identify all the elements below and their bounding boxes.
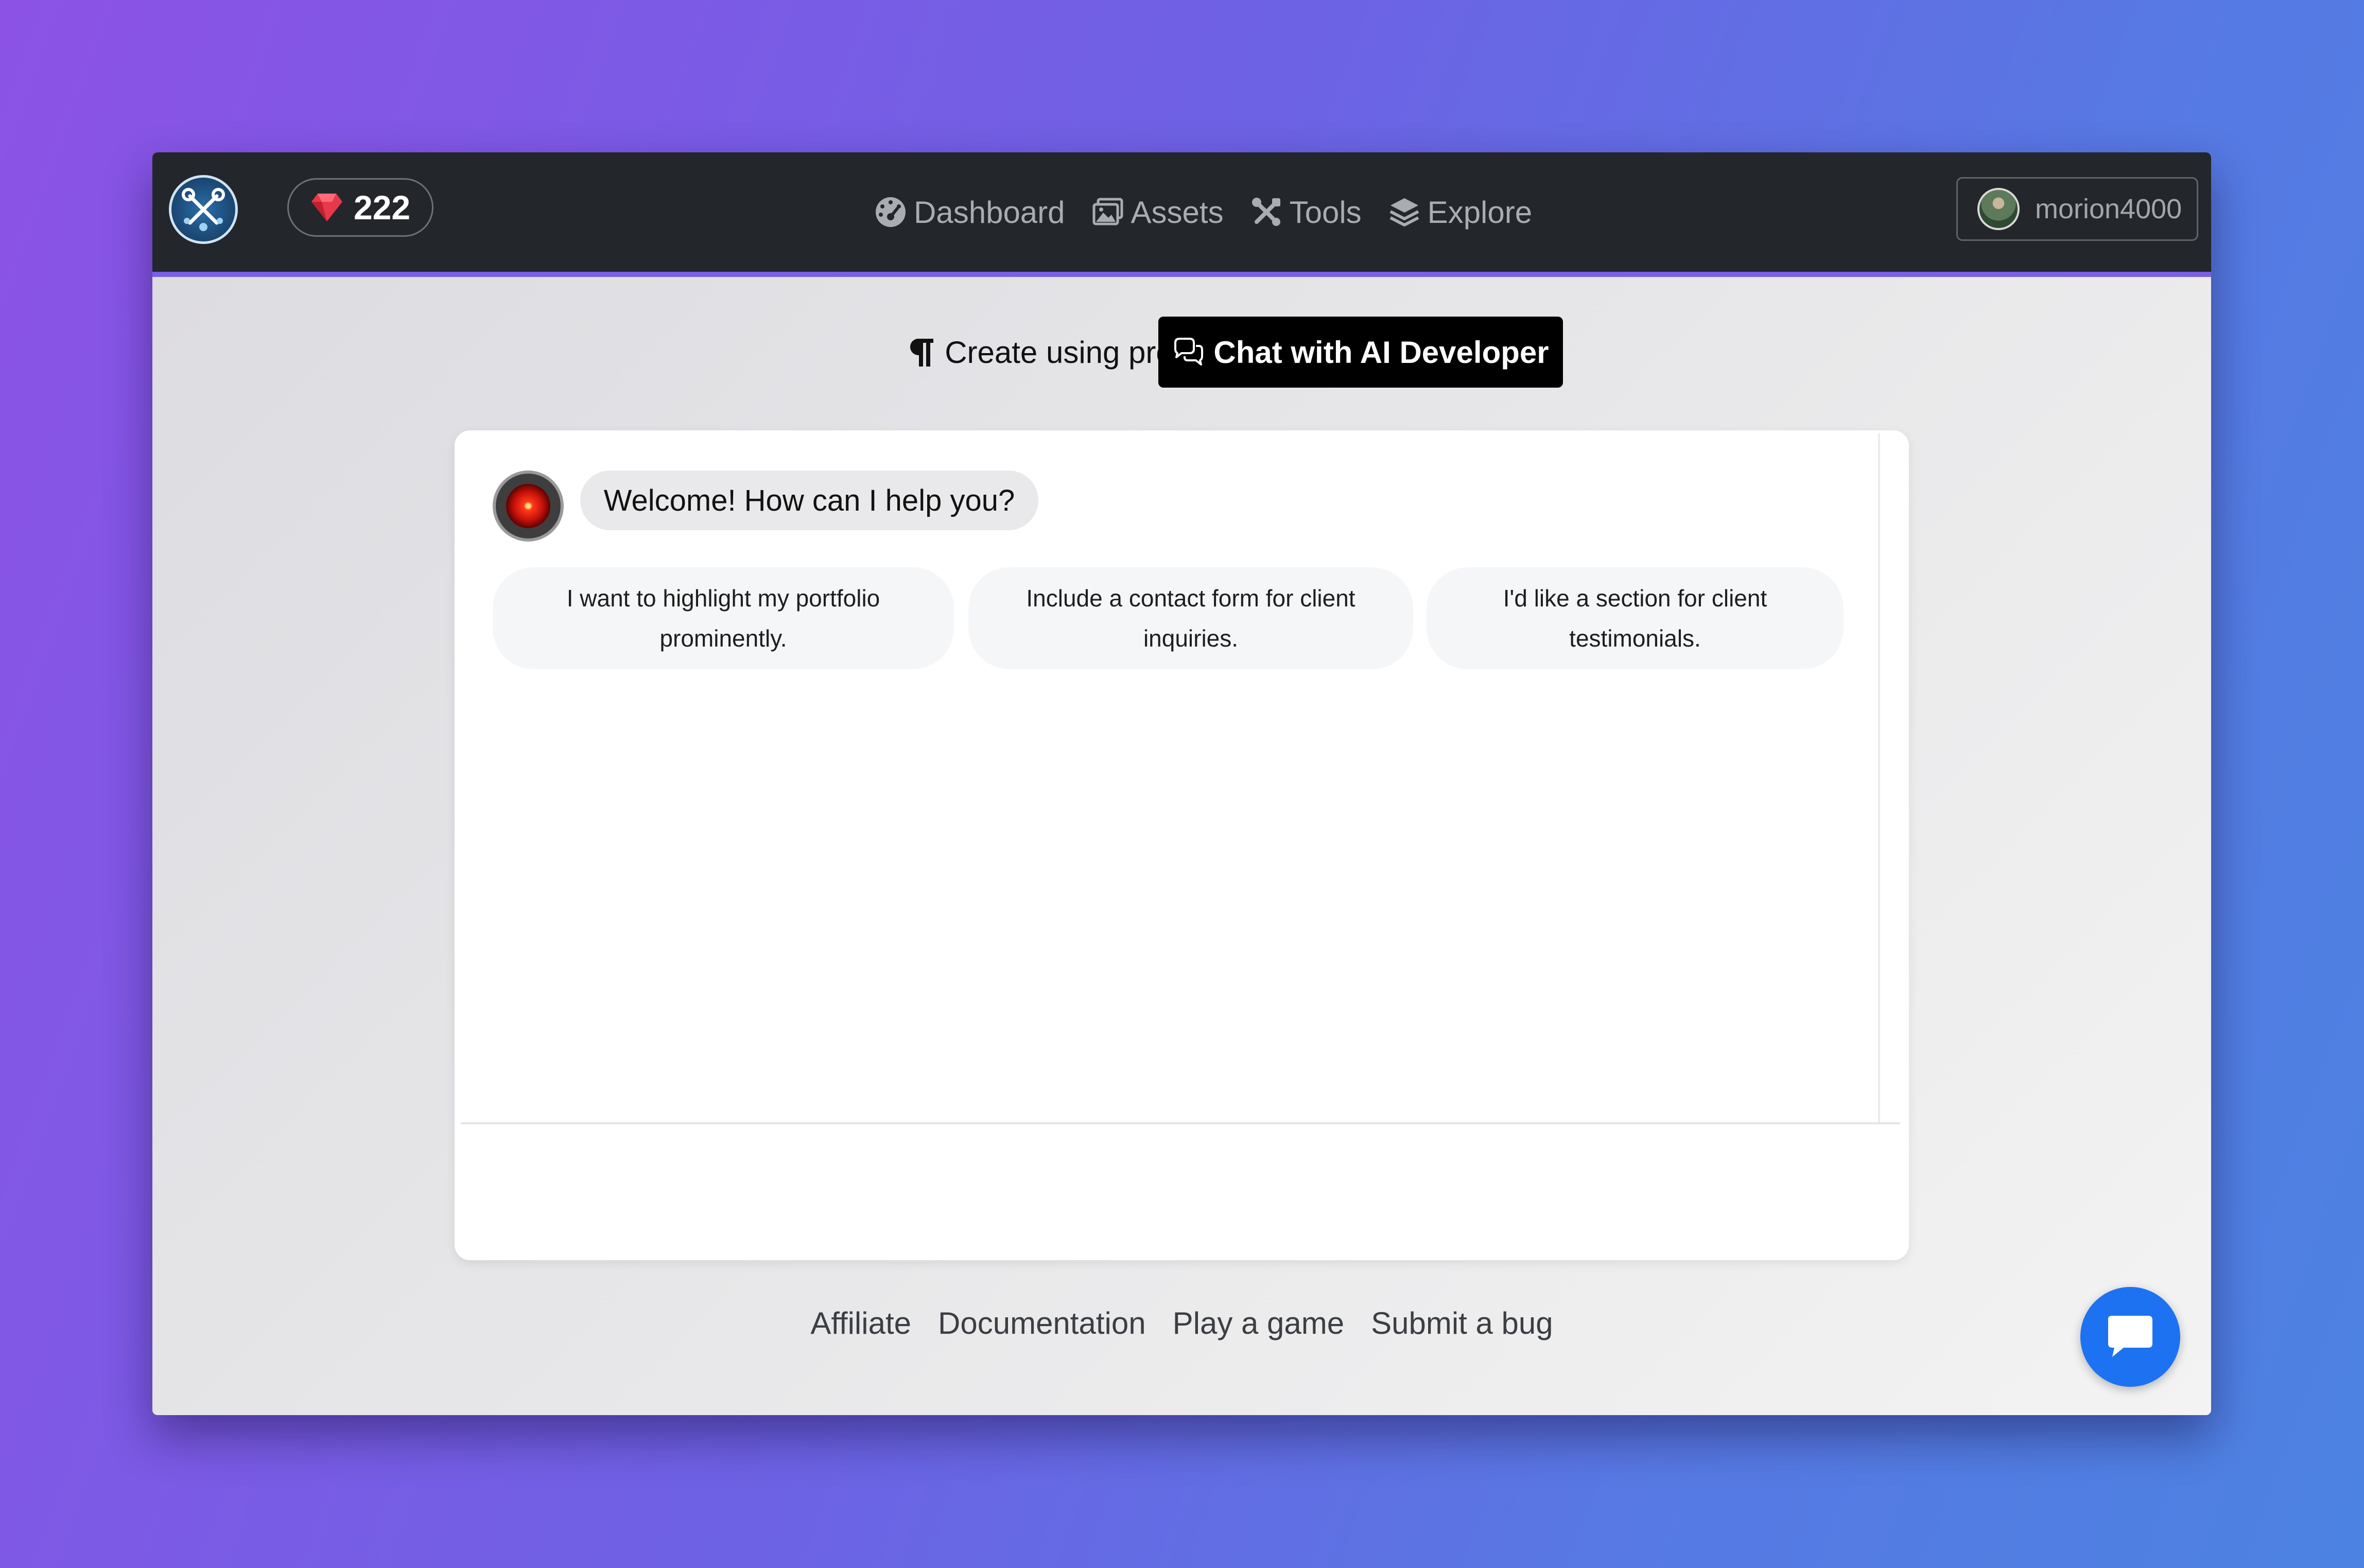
suggestion-chip[interactable]: Include a contact form for client inquir… — [968, 567, 1413, 669]
nav-dashboard-label: Dashboard — [914, 195, 1065, 230]
chat-panel: Welcome! How can I help you? I want to h… — [455, 430, 1909, 1260]
footer-link-play-a-game[interactable]: Play a game — [1173, 1305, 1345, 1367]
footer-links: Affiliate Documentation Play a game Subm… — [152, 1305, 2211, 1367]
tools-icon — [1251, 198, 1280, 226]
gem-icon — [311, 194, 342, 221]
nav-tools[interactable]: Tools — [1250, 195, 1362, 230]
credits-count: 222 — [353, 188, 411, 227]
nav-explore-label: Explore — [1427, 195, 1533, 230]
credits-badge[interactable]: 222 — [287, 178, 433, 237]
main-nav: Dashboard Assets Tools Explore — [875, 152, 1532, 272]
support-chat-button[interactable] — [2080, 1287, 2180, 1387]
footer-link-affiliate[interactable]: Affiliate — [810, 1305, 911, 1367]
suggestion-chip[interactable]: I want to highlight my portfolio promine… — [493, 567, 954, 669]
images-icon — [1092, 198, 1123, 225]
message-icon — [2108, 1316, 2152, 1357]
nav-dashboard[interactable]: Dashboard — [875, 195, 1065, 230]
suggestion-text: I want to highlight my portfolio promine… — [566, 585, 880, 652]
paragraph-icon — [910, 339, 934, 367]
chat-bubbles-icon — [1174, 338, 1204, 365]
tab-chat-with-ai-developer[interactable]: Chat with AI Developer — [1158, 317, 1563, 388]
footer-link-submit-a-bug[interactable]: Submit a bug — [1371, 1305, 1553, 1367]
app-window: 222 Dashboard Assets Tools Explore morio… — [152, 152, 2211, 1415]
chat-scrollbar[interactable] — [1878, 433, 1880, 1123]
gauge-icon — [876, 197, 906, 227]
top-navbar: 222 Dashboard Assets Tools Explore morio… — [152, 152, 2211, 277]
tab-chat-with-ai-developer-label: Chat with AI Developer — [1213, 335, 1549, 370]
suggestion-text: I'd like a section for client testimonia… — [1503, 585, 1767, 652]
username: morion4000 — [2035, 194, 2182, 224]
user-avatar — [1977, 188, 2020, 230]
red-eye-icon — [506, 484, 550, 528]
nav-explore[interactable]: Explore — [1388, 195, 1532, 230]
user-menu-button[interactable]: morion4000 — [1956, 177, 2198, 241]
ai-assistant-avatar — [493, 471, 564, 542]
mode-tabs: Create using prompt Chat with AI Develop… — [152, 317, 2211, 388]
input-divider — [461, 1122, 1900, 1124]
nav-tools-label: Tools — [1289, 195, 1362, 230]
footer-link-documentation[interactable]: Documentation — [938, 1305, 1146, 1367]
welcome-message: Welcome! How can I help you? — [603, 483, 1015, 517]
assistant-message-bubble: Welcome! How can I help you? — [580, 471, 1038, 530]
suggestion-chip[interactable]: I'd like a section for client testimonia… — [1427, 567, 1844, 669]
suggestion-text: Include a contact form for client inquir… — [1026, 585, 1355, 652]
site-logo[interactable] — [169, 175, 238, 244]
nav-assets[interactable]: Assets — [1092, 195, 1224, 230]
layers-icon — [1389, 198, 1419, 227]
nav-assets-label: Assets — [1131, 195, 1224, 230]
